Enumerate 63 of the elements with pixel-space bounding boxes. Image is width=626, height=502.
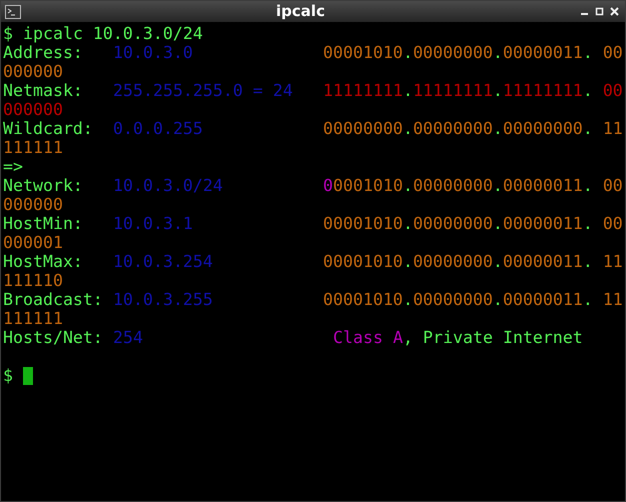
field-value: 0.0.0.255 — [113, 119, 203, 138]
binary-digits: 11111111. — [502, 81, 593, 100]
binary-digits: 111111 — [3, 309, 63, 328]
binary-digits: 11 — [602, 290, 623, 309]
binary-digits: 11111111. — [412, 81, 503, 100]
field-label: => — [3, 157, 23, 176]
binary-digits: 00000000. — [323, 119, 413, 138]
binary-digits: 000001 — [3, 233, 63, 252]
field-label: Hosts/Net: — [3, 328, 103, 347]
prompt: $ — [3, 24, 13, 43]
binary-digits: 0001010. — [333, 176, 413, 195]
binary-digits: 00000011. — [502, 290, 593, 309]
binary-digits: 00000011. — [502, 43, 593, 62]
binary-digits: 00000011. — [502, 176, 593, 195]
field-value: 254 — [113, 328, 143, 347]
field-value: 255.255.255.0 = 24 — [113, 81, 293, 100]
binary-digits: 00001010. — [323, 290, 413, 309]
binary-digits: 00001010. — [323, 43, 413, 62]
binary-digits: 11 — [602, 252, 623, 271]
binary-digits: 00001010. — [323, 214, 413, 233]
binary-digits: 00 — [602, 43, 623, 62]
binary-digits: 11 — [602, 119, 623, 138]
field-label: Wildcard: — [3, 119, 93, 138]
field-label: HostMax: — [3, 252, 83, 271]
field-value: 10.0.3.0/24 — [113, 176, 223, 195]
text-cursor — [23, 366, 33, 384]
window-title: ipcalc — [276, 1, 325, 22]
field-label: Netmask: — [3, 81, 83, 100]
field-value: 10.0.3.255 — [113, 290, 213, 309]
binary-digits: 000000 — [3, 62, 63, 81]
maximize-button[interactable] — [595, 7, 604, 16]
binary-digits: 00 — [602, 176, 623, 195]
binary-digits: 111110 — [3, 271, 63, 290]
binary-digits: 00000000. — [412, 119, 503, 138]
field-label: Address: — [3, 43, 83, 62]
binary-digits: 00 — [602, 81, 623, 100]
binary-digits: 00000000. — [412, 252, 503, 271]
binary-digits: 00000000. — [412, 290, 503, 309]
binary-digits: 00000000. — [412, 214, 503, 233]
binary-digits: 111111 — [3, 138, 63, 157]
class-label: Class A — [333, 328, 403, 347]
binary-digits: 00000011. — [502, 252, 593, 271]
binary-digits: 00000000. — [412, 176, 503, 195]
binary-digits: 00000000. — [502, 119, 593, 138]
field-label: HostMin: — [3, 214, 83, 233]
binary-digits: 11111111. — [323, 81, 413, 100]
field-value: 10.0.3.1 — [113, 214, 193, 233]
binary-digits: 00 — [602, 214, 623, 233]
network-note: , Private Internet — [402, 328, 583, 347]
binary-digits: 00000011. — [502, 214, 593, 233]
command-text: ipcalc 10.0.3.0/24 — [23, 24, 203, 43]
class-label: 0 — [323, 176, 333, 195]
close-button[interactable] — [610, 7, 619, 16]
binary-digits: 00001010. — [323, 252, 413, 271]
field-value: 10.0.3.0 — [113, 43, 193, 62]
prompt: $ — [3, 366, 13, 385]
binary-digits: 000000 — [3, 100, 63, 119]
field-value: 10.0.3.254 — [113, 252, 213, 271]
field-label: Network: — [3, 176, 83, 195]
binary-digits: 000000 — [3, 195, 63, 214]
terminal-icon — [5, 4, 21, 18]
field-label: Broadcast: — [3, 290, 103, 309]
binary-digits: 00000000. — [412, 43, 503, 62]
